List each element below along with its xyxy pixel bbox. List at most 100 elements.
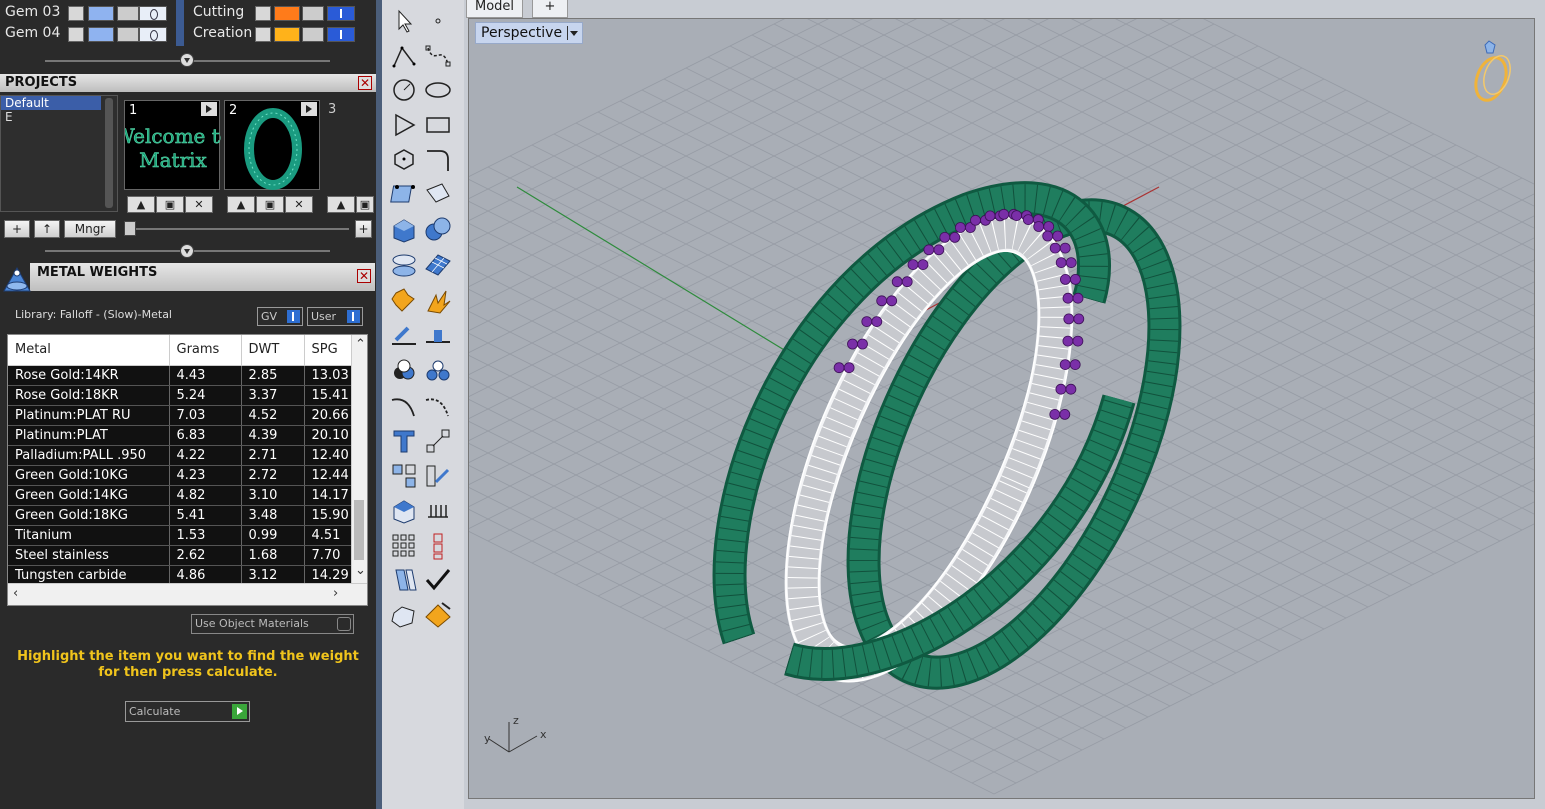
- boolean-spheres-icon[interactable]: [422, 214, 454, 246]
- manager-button[interactable]: Mngr: [64, 220, 116, 238]
- checkmark-icon[interactable]: [422, 564, 454, 596]
- table-horizontal-scrollbar[interactable]: ‹ ›: [8, 583, 367, 605]
- thumbnail-scroll-thumb[interactable]: [124, 221, 136, 236]
- point-icon[interactable]: [422, 5, 454, 37]
- layer-row-cutting[interactable]: Cutting: [188, 4, 363, 23]
- array-spheres-icon[interactable]: [422, 355, 454, 387]
- 3d-viewport[interactable]: z x y Perspective: [468, 18, 1535, 799]
- surface-edit-icon[interactable]: [422, 178, 454, 210]
- scroll-down-icon[interactable]: ⌄: [355, 563, 366, 578]
- scroll-thumb[interactable]: [354, 500, 364, 560]
- save-icon[interactable]: ▣: [256, 196, 284, 213]
- project-curve-icon[interactable]: [388, 320, 420, 352]
- use-object-materials-toggle[interactable]: Use Object Materials: [191, 614, 354, 634]
- polygon-icon[interactable]: [388, 143, 420, 175]
- layer-color-swatch[interactable]: [88, 6, 114, 21]
- prong-icon[interactable]: [422, 495, 454, 527]
- grid-array-icon[interactable]: [388, 530, 420, 562]
- gv-toggle[interactable]: GV: [257, 307, 303, 326]
- bend-icon[interactable]: [388, 564, 420, 596]
- project-thumbnail-1[interactable]: 1 Welcome to Matrix: [124, 100, 221, 190]
- thumbnail-scroll-track[interactable]: [124, 228, 349, 230]
- material-icon[interactable]: [388, 355, 420, 387]
- add-tab-button[interactable]: +: [532, 0, 568, 18]
- cube-view-icon[interactable]: [388, 495, 420, 527]
- scene-canvas[interactable]: z x y: [469, 19, 1535, 799]
- trim-icon[interactable]: [388, 390, 420, 422]
- visibility-icon[interactable]: [327, 6, 355, 21]
- table-row[interactable]: Platinum:PLAT 6.83 4.39 20.10: [8, 425, 353, 446]
- table-row[interactable]: Platinum:PLAT RU 7.03 4.52 20.66: [8, 405, 353, 426]
- delete-icon[interactable]: ✕: [185, 196, 213, 213]
- group-icon[interactable]: [388, 460, 420, 492]
- table-row[interactable]: Tungsten carbide 4.86 3.12 14.29: [8, 565, 353, 586]
- visibility-icon[interactable]: [327, 27, 355, 42]
- column-header-dwt[interactable]: DWT: [241, 335, 305, 366]
- close-icon[interactable]: ✕: [357, 269, 371, 283]
- upload-icon[interactable]: ▲: [227, 196, 255, 213]
- projects-scrollbar[interactable]: [105, 98, 113, 208]
- user-toggle[interactable]: User: [307, 307, 363, 326]
- lock-icon[interactable]: [117, 27, 139, 42]
- column-header-spg[interactable]: SPG: [304, 335, 353, 366]
- curve-icon[interactable]: [422, 40, 454, 72]
- table-vertical-scrollbar[interactable]: ⌃ ⌄: [351, 335, 367, 585]
- fillet-icon[interactable]: [422, 143, 454, 175]
- project-thumbnail-3[interactable]: 3: [324, 100, 376, 190]
- save-icon[interactable]: ▣: [156, 196, 184, 213]
- split-icon[interactable]: [422, 320, 454, 352]
- upload-icon[interactable]: ▲: [327, 196, 355, 213]
- ellipse-icon[interactable]: [422, 74, 454, 106]
- table-row[interactable]: Green Gold:10KG 4.23 2.72 12.44: [8, 465, 353, 486]
- linear-array-icon[interactable]: [422, 530, 454, 562]
- visibility-icon[interactable]: [139, 6, 167, 21]
- close-icon[interactable]: ✕: [358, 76, 372, 90]
- flow-icon[interactable]: [422, 460, 454, 492]
- text-icon[interactable]: [388, 425, 420, 457]
- layer-color-swatch[interactable]: [274, 6, 300, 21]
- cylinder-icon[interactable]: [388, 249, 420, 281]
- visibility-icon[interactable]: [139, 27, 167, 42]
- scroll-up-icon[interactable]: ⌃: [355, 337, 366, 352]
- save-icon[interactable]: ▣: [356, 196, 374, 213]
- table-row[interactable]: Steel stainless 2.62 1.68 7.70: [8, 545, 353, 566]
- table-row[interactable]: Rose Gold:14KR 4.43 2.85 13.03: [8, 365, 353, 386]
- metal-weights-table[interactable]: Metal Grams DWT SPG Rose Gold:14KR 4.43 2.…: [7, 334, 368, 606]
- upload-icon[interactable]: ▲: [127, 196, 155, 213]
- expand-icon[interactable]: [68, 27, 84, 42]
- projects-list[interactable]: Default E: [0, 95, 118, 212]
- expand-icon[interactable]: [68, 6, 84, 21]
- rectangle-icon[interactable]: [422, 109, 454, 141]
- polyline-icon[interactable]: [388, 40, 420, 72]
- tab-model[interactable]: Model: [466, 0, 524, 18]
- shell-icon[interactable]: [388, 599, 420, 631]
- table-row[interactable]: Titanium 1.53 0.99 4.51: [8, 525, 353, 546]
- expand-icon[interactable]: [255, 27, 271, 42]
- layer-color-swatch[interactable]: [274, 27, 300, 42]
- arc-icon[interactable]: [388, 109, 420, 141]
- spark-icon[interactable]: [422, 285, 454, 317]
- add-project-button[interactable]: +: [4, 220, 30, 238]
- table-row[interactable]: Green Gold:18KG 5.41 3.48 15.90: [8, 505, 353, 526]
- project-item-default[interactable]: Default: [1, 96, 101, 110]
- expand-icon[interactable]: [255, 6, 271, 21]
- column-header-grams[interactable]: Grams: [169, 335, 242, 366]
- extend-icon[interactable]: [422, 390, 454, 422]
- scale-tool-icon[interactable]: [422, 425, 454, 457]
- move-up-button[interactable]: ↑: [34, 220, 60, 238]
- project-thumbnail-2[interactable]: 2: [224, 100, 320, 190]
- layer-row-gem-04[interactable]: Gem 04: [0, 25, 175, 44]
- mesh-surface-icon[interactable]: [422, 249, 454, 281]
- lock-icon[interactable]: [302, 6, 324, 21]
- scroll-right-icon[interactable]: ›: [333, 586, 338, 601]
- layer-row-gem-03[interactable]: Gem 03: [0, 4, 175, 23]
- delete-icon[interactable]: ✕: [285, 196, 313, 213]
- table-row[interactable]: Green Gold:14KG 4.82 3.10 14.17: [8, 485, 353, 506]
- column-header-metal[interactable]: Metal: [8, 335, 170, 366]
- surface-points-icon[interactable]: [388, 178, 420, 210]
- gem-pave-icon[interactable]: [422, 599, 454, 631]
- circle-icon[interactable]: [388, 74, 420, 106]
- layer-color-swatch[interactable]: [88, 27, 114, 42]
- zoom-plus-button[interactable]: +: [355, 220, 372, 238]
- collapse-knob-icon[interactable]: [180, 244, 194, 258]
